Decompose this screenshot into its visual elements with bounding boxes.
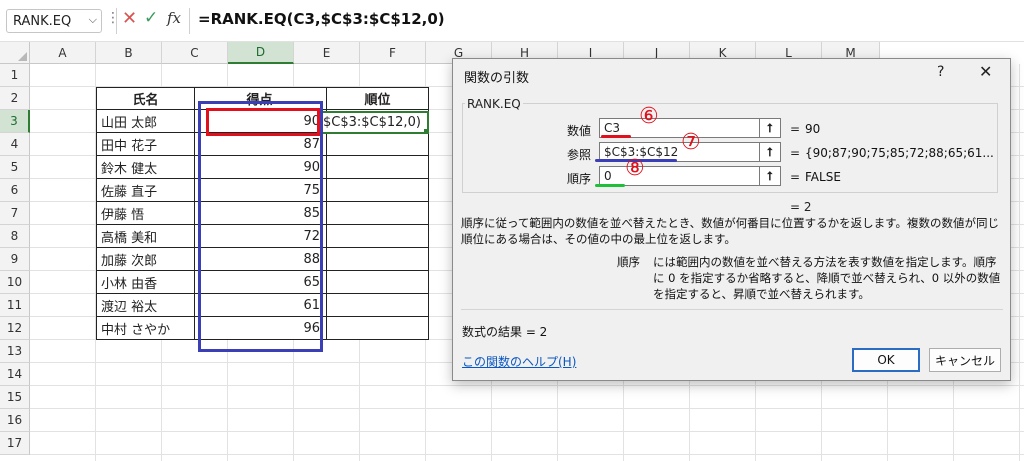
- equals-sign: =: [790, 122, 801, 136]
- insert-function-icon[interactable]: fx: [167, 9, 181, 27]
- arg-description: には範囲内の数値を並べ替える方法を表す数値を指定します。順序に 0 を指定するか…: [653, 255, 1001, 301]
- formula-result-inline: = 2: [790, 200, 812, 214]
- row-header-17[interactable]: 17: [0, 432, 30, 455]
- underline-green: [595, 184, 625, 187]
- rank-cell[interactable]: [327, 271, 429, 294]
- rank-cell[interactable]: [327, 133, 429, 156]
- function-name: RANK.EQ: [465, 97, 523, 111]
- marker-7: ⑦: [681, 130, 701, 155]
- divider: [189, 8, 190, 34]
- row-header-12[interactable]: 12: [0, 317, 30, 340]
- name-cell[interactable]: 高橋 美和: [96, 225, 195, 248]
- collapse-dialog-icon[interactable]: ⭡: [759, 166, 781, 186]
- row-header-7[interactable]: 7: [0, 202, 30, 225]
- close-icon[interactable]: ✕: [979, 62, 992, 81]
- name-cell[interactable]: 田中 花子: [96, 133, 195, 156]
- row-header-8[interactable]: 8: [0, 225, 30, 248]
- formula-input[interactable]: =RANK.EQ(C3,$C$3:$C$12,0): [198, 10, 445, 28]
- active-cell-d3[interactable]: $C$3:$C$12,0): [320, 111, 429, 134]
- row-header-5[interactable]: 5: [0, 156, 30, 179]
- name-cell[interactable]: 山田 太郎: [96, 110, 195, 133]
- rank-cell[interactable]: [327, 225, 429, 248]
- name-box[interactable]: RANK.EQ ⌵: [6, 9, 102, 33]
- arg-input-order[interactable]: 0: [599, 166, 760, 186]
- row-header-15[interactable]: 15: [0, 386, 30, 409]
- row-header-14[interactable]: 14: [0, 363, 30, 386]
- equals-sign: =: [790, 146, 801, 160]
- column-header-a[interactable]: A: [30, 42, 96, 64]
- formula-bar: RANK.EQ ⌵ ⋮ ✕ ✓ fx =RANK.EQ(C3,$C$3:$C$1…: [0, 0, 1024, 42]
- underline-red: [601, 135, 631, 138]
- rank-cell[interactable]: [327, 202, 429, 225]
- arg-input-number-value: C3: [604, 121, 621, 135]
- active-cell-text: $C$3:$C$12,0): [323, 115, 421, 130]
- arg-label-number: 数値: [566, 124, 591, 138]
- arg-label-order: 順序: [566, 172, 591, 186]
- arg-result-number: 90: [805, 122, 821, 136]
- row-header-1[interactable]: 1: [0, 64, 30, 87]
- more-icon[interactable]: ⋮: [106, 10, 120, 26]
- arg-description-name: 順序: [617, 255, 640, 269]
- column-header-c[interactable]: C: [162, 42, 228, 64]
- row-header-4[interactable]: 4: [0, 133, 30, 156]
- column-header-f[interactable]: F: [360, 42, 426, 64]
- chevron-down-icon[interactable]: ⌵: [89, 13, 97, 27]
- divider: [461, 309, 1003, 310]
- row-header-10[interactable]: 10: [0, 271, 30, 294]
- name-cell[interactable]: 渡辺 裕太: [96, 294, 195, 317]
- cancel-button[interactable]: キャンセル: [929, 348, 1001, 372]
- function-arguments-dialog: 関数の引数 ? ✕ RANK.EQ 数値 C3 ⭡ = 90 ⑥ 参照 $C$3…: [452, 58, 1011, 381]
- function-description: 順序に従って範囲内の数値を並べ替えたとき、数値が何番目に位置するかを返します。複…: [461, 216, 999, 246]
- rank-cell[interactable]: [327, 294, 429, 317]
- row-header-2[interactable]: 2: [0, 87, 30, 110]
- rank-cell[interactable]: [327, 156, 429, 179]
- name-cell[interactable]: 鈴木 健太: [96, 156, 195, 179]
- name-cell[interactable]: 小林 由香: [96, 271, 195, 294]
- row-header-3[interactable]: 3: [0, 110, 30, 133]
- rank-cell[interactable]: [327, 248, 429, 271]
- marker-6: ⑥: [639, 104, 659, 129]
- name-cell[interactable]: 佐藤 直子: [96, 179, 195, 202]
- dialog-title: 関数の引数: [464, 71, 530, 86]
- collapse-dialog-icon[interactable]: ⭡: [759, 118, 781, 138]
- enter-check-icon[interactable]: ✓: [144, 8, 158, 28]
- column-header-e[interactable]: E: [294, 42, 360, 64]
- name-box-value: RANK.EQ: [13, 13, 72, 29]
- row-header-16[interactable]: 16: [0, 409, 30, 432]
- function-help-link[interactable]: この関数のヘルプ(H): [462, 353, 576, 370]
- arg-input-order-value: 0: [604, 169, 612, 183]
- divider: [116, 8, 117, 34]
- row-header-11[interactable]: 11: [0, 294, 30, 317]
- header-rank-cell[interactable]: 順位: [327, 87, 429, 110]
- arg-result-ref: {90;87;90;75;85;72;88;65;61...: [805, 146, 994, 160]
- marker-8: ⑧: [625, 156, 645, 181]
- name-cell[interactable]: 中村 さやか: [96, 317, 195, 340]
- collapse-dialog-icon[interactable]: ⭡: [759, 142, 781, 162]
- rank-cell[interactable]: [327, 179, 429, 202]
- cancel-icon[interactable]: ✕: [122, 8, 137, 29]
- row-header-9[interactable]: 9: [0, 248, 30, 271]
- rank-cell[interactable]: [327, 317, 429, 340]
- highlight-range-box: [198, 101, 323, 352]
- arg-result-order: FALSE: [805, 170, 841, 184]
- name-cell[interactable]: 伊藤 悟: [96, 202, 195, 225]
- equals-sign: =: [790, 170, 801, 184]
- help-icon[interactable]: ?: [937, 64, 944, 80]
- row-header-6[interactable]: 6: [0, 179, 30, 202]
- column-header-b[interactable]: B: [96, 42, 162, 64]
- ok-button[interactable]: OK: [852, 348, 920, 372]
- row-header-13[interactable]: 13: [0, 340, 30, 363]
- arg-label-ref: 参照: [566, 148, 591, 162]
- column-header-d[interactable]: D: [228, 42, 294, 64]
- select-all-corner[interactable]: [0, 42, 30, 64]
- name-cell[interactable]: 加藤 次郎: [96, 248, 195, 271]
- formula-result: 数式の結果 = 2: [462, 325, 548, 339]
- header-name-cell[interactable]: 氏名: [96, 87, 195, 110]
